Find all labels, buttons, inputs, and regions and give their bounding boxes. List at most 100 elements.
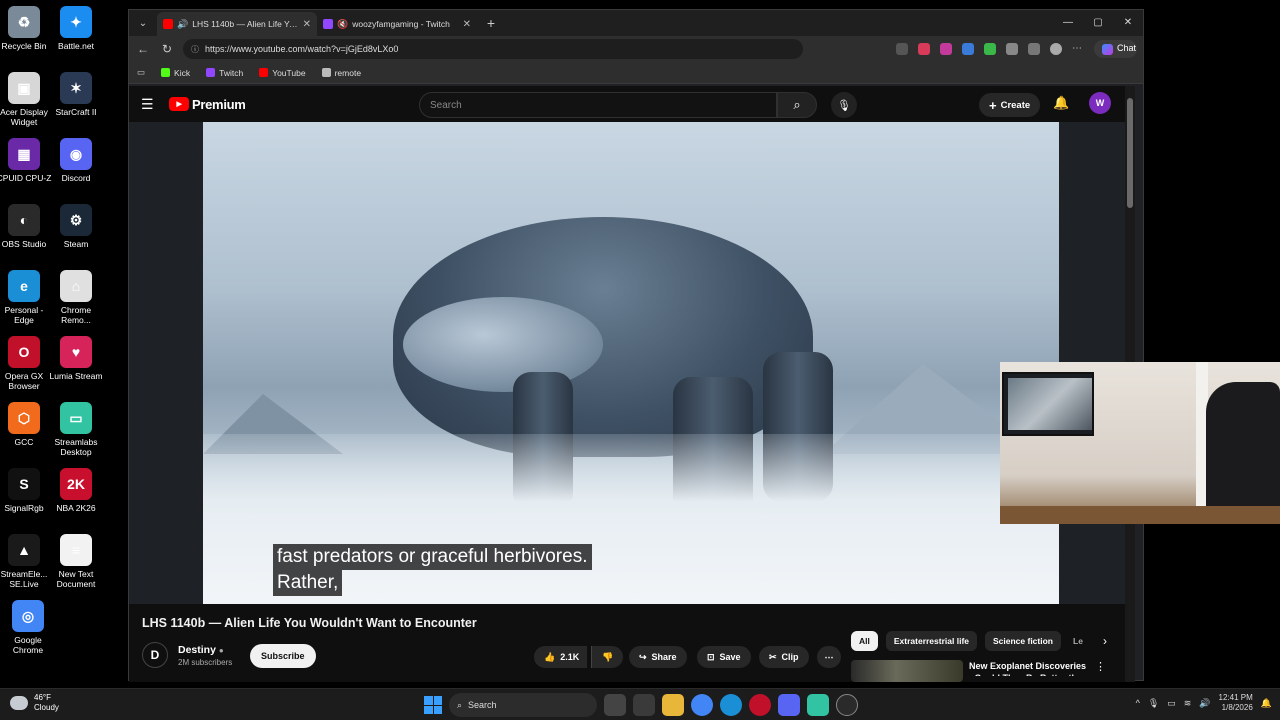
volume-icon[interactable]: 🔊 xyxy=(1199,698,1210,709)
wifi-icon[interactable]: ≋ xyxy=(1184,698,1192,709)
speaker-muted-icon[interactable]: 🔇 xyxy=(337,19,348,30)
notification-icon[interactable]: 🔔 xyxy=(1261,698,1272,709)
dislike-button[interactable]: 👎 xyxy=(591,646,624,668)
extension-icon[interactable] xyxy=(918,43,930,55)
maximize-icon[interactable]: ▢ xyxy=(1083,10,1113,34)
avatar[interactable]: W xyxy=(1089,92,1111,114)
more-actions-button[interactable]: ⋯ xyxy=(817,646,841,668)
desktop-icon[interactable]: O Opera GX Browser xyxy=(0,336,52,391)
more-menu-icon[interactable]: ⋯ xyxy=(1072,43,1084,55)
recommended-thumbnail[interactable] xyxy=(851,660,963,682)
close-tab-icon[interactable]: ✕ xyxy=(303,19,311,30)
profile-icon[interactable] xyxy=(1050,43,1062,55)
chrome-icon[interactable] xyxy=(691,694,713,716)
desktop-icon[interactable]: ♻ Recycle Bin xyxy=(0,6,52,51)
edge-icon[interactable] xyxy=(720,694,742,716)
desktop-icon[interactable]: ♥ Lumia Stream xyxy=(48,336,104,381)
clock[interactable]: 12:41 PM 1/8/2026 xyxy=(1219,693,1253,713)
bookmark-kick[interactable]: Kick xyxy=(161,68,190,78)
extension-icon[interactable] xyxy=(984,43,996,55)
weather-desc: Cloudy xyxy=(34,703,59,712)
bookmark-remote[interactable]: remote xyxy=(321,67,362,78)
desktop-icon[interactable]: S SignalRgb xyxy=(0,468,52,513)
search-button[interactable]: ⌕ xyxy=(777,92,817,118)
desktop-icon[interactable]: ◉ Discord xyxy=(48,138,104,183)
save-button[interactable]: ⊡ Save xyxy=(697,646,751,668)
streamlabs-icon[interactable] xyxy=(807,694,829,716)
voice-search-button[interactable]: 🎙 xyxy=(831,92,857,118)
chip-partial[interactable]: Le xyxy=(1069,631,1089,651)
like-button[interactable]: 👍 2.1K xyxy=(534,646,588,668)
channel-info[interactable]: D Destiny ● 2M subscribers xyxy=(142,642,232,668)
chip-all[interactable]: All xyxy=(851,631,878,651)
chip-science-fiction[interactable]: Science fiction xyxy=(985,631,1061,651)
desktop-icon[interactable]: ⚙ Steam xyxy=(48,204,104,249)
taskbar-search[interactable]: ⌕ Search xyxy=(449,693,597,717)
tab-youtube[interactable]: 🔊 LHS 1140b — Alien Life You W ✕ xyxy=(157,12,317,36)
new-tab-icon[interactable]: + xyxy=(480,12,502,34)
bookmark-label: remote xyxy=(334,67,362,78)
channel-avatar[interactable]: D xyxy=(142,642,168,668)
weather-widget[interactable]: 46°F Cloudy xyxy=(10,693,59,713)
tray-overflow-icon[interactable]: ^ xyxy=(1136,698,1140,708)
recommended-video[interactable]: New Exoplanet Discoveries - Could They B… xyxy=(851,660,1106,682)
desktop-icon[interactable]: 2K NBA 2K26 xyxy=(48,468,104,513)
site-info-icon[interactable]: ⓘ xyxy=(191,44,199,55)
desktop-icon[interactable]: ▭ Streamlabs Desktop xyxy=(48,402,104,457)
favorites-icon[interactable] xyxy=(1028,43,1040,55)
extension-icon[interactable] xyxy=(896,43,908,55)
create-button[interactable]: + Create xyxy=(979,93,1041,117)
chevron-right-icon[interactable]: › xyxy=(1103,634,1107,648)
widgets-icon[interactable] xyxy=(633,694,655,716)
tab-list-chevron-icon[interactable]: ⌄ xyxy=(132,12,154,34)
desktop-icon[interactable]: ◎ Google Chrome xyxy=(0,600,56,655)
discord-icon[interactable] xyxy=(778,694,800,716)
task-view-icon[interactable] xyxy=(604,694,626,716)
url-field[interactable]: ⓘ https://www.youtube.com/watch?v=jGjEd8… xyxy=(183,39,803,59)
scrollbar-thumb[interactable] xyxy=(1127,98,1133,208)
copilot-chat-button[interactable]: Chat xyxy=(1094,40,1137,58)
start-button[interactable] xyxy=(424,696,442,714)
desktop-icon[interactable]: ▦ CPUID CPU-Z xyxy=(0,138,52,183)
desktop-icon-label: Battle.net xyxy=(58,41,94,51)
menu-icon[interactable]: ☰ xyxy=(141,96,157,113)
minimize-icon[interactable]: — xyxy=(1053,10,1083,34)
file-explorer-icon[interactable] xyxy=(662,694,684,716)
bookmark-twitch[interactable]: Twitch xyxy=(206,68,243,78)
desktop-icon[interactable]: ⌂ Chrome Remo... xyxy=(48,270,104,325)
notifications-bell-icon[interactable]: 🔔 xyxy=(1053,95,1069,111)
subscribe-button[interactable]: Subscribe xyxy=(250,644,316,668)
desktop-icon[interactable]: ◐ OBS Studio xyxy=(0,204,52,249)
sidebar-toggle-icon[interactable]: ▭ xyxy=(137,67,145,78)
more-vert-icon[interactable]: ⋮ xyxy=(1095,660,1106,682)
youtube-logo[interactable]: ▶ Premium xyxy=(169,97,246,112)
channel-name[interactable]: Destiny ● xyxy=(178,644,232,656)
search-input[interactable]: Search xyxy=(419,92,777,118)
display-icon[interactable]: ▭ xyxy=(1167,698,1176,709)
share-button[interactable]: ↪ Share xyxy=(629,646,687,668)
speaker-icon[interactable]: 🔊 xyxy=(177,19,188,30)
tab-twitch[interactable]: 🔇 woozyfamgaming - Twitch ✕ xyxy=(317,12,477,36)
bookmark-youtube[interactable]: YouTube xyxy=(259,68,306,78)
opera-gx-icon[interactable] xyxy=(749,694,771,716)
close-window-icon[interactable]: ✕ xyxy=(1113,10,1143,34)
microphone-icon[interactable]: 🎙 xyxy=(1148,698,1159,709)
desktop-icon[interactable]: e Personal - Edge xyxy=(0,270,52,325)
extension-icon[interactable] xyxy=(962,43,974,55)
extension-icon[interactable] xyxy=(1006,43,1018,55)
desktop-icon[interactable]: ⬡ GCC xyxy=(0,402,52,447)
desktop-icon[interactable]: ▲ StreamEle... SE.Live xyxy=(0,534,52,589)
extension-icon[interactable] xyxy=(940,43,952,55)
desktop-icon[interactable]: ✦ Battle.net xyxy=(48,6,104,51)
clip-button[interactable]: ✂ Clip xyxy=(759,646,809,668)
desktop-icon[interactable]: ▣ Acer Display Widget xyxy=(0,72,52,127)
close-tab-icon[interactable]: ✕ xyxy=(463,19,471,30)
app-icon[interactable] xyxy=(836,694,858,716)
desktop-icon[interactable]: ✶ StarCraft II xyxy=(48,72,104,117)
reload-icon[interactable]: ↻ xyxy=(159,42,175,56)
video-frame[interactable] xyxy=(203,122,1059,604)
back-icon[interactable]: ← xyxy=(135,42,151,56)
video-player[interactable]: fast predators or graceful herbivores. R… xyxy=(129,122,1135,604)
chip-extraterrestrial[interactable]: Extraterrestrial life xyxy=(885,631,977,651)
desktop-icon[interactable]: ≡ New Text Document xyxy=(48,534,104,589)
